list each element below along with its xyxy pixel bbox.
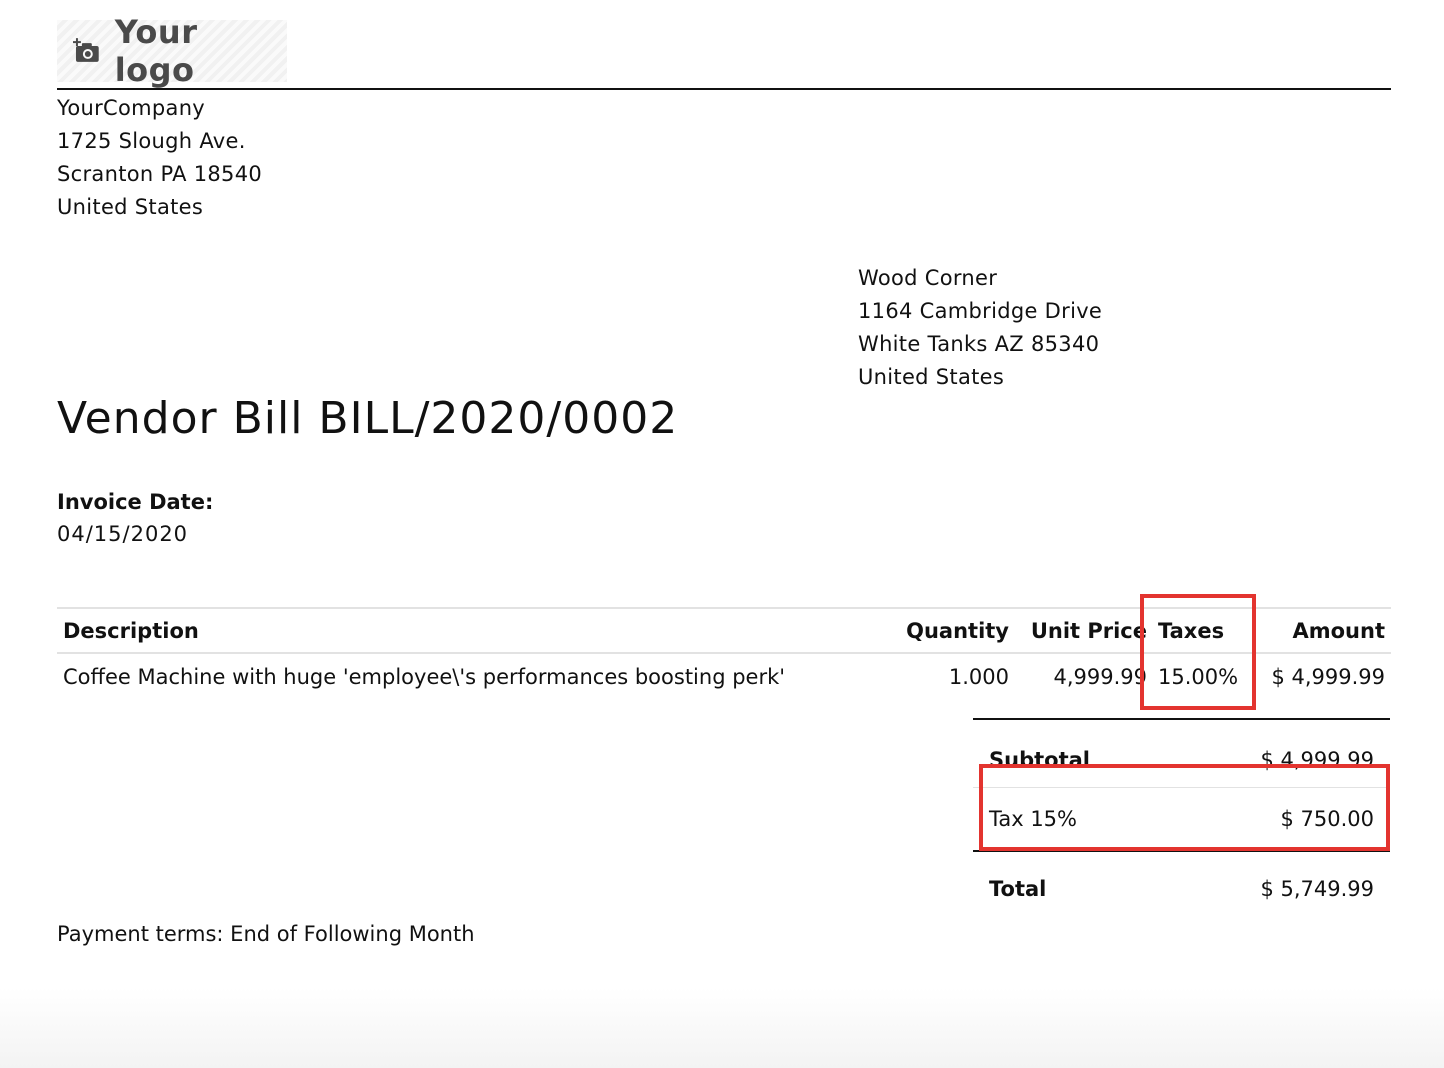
line-description: Coffee Machine with huge 'employee\'s pe… <box>63 664 786 689</box>
taxes-column-highlight <box>1140 594 1256 710</box>
tax-line-highlight <box>979 764 1390 851</box>
page-bottom-fade <box>0 988 1444 1068</box>
vendor-address: Wood Corner 1164 Cambridge Drive White T… <box>858 262 1102 394</box>
company-street: 1725 Slough Ave. <box>57 129 246 153</box>
company-address: YourCompany 1725 Slough Ave. Scranton PA… <box>57 92 262 224</box>
vendor-country: United States <box>858 365 1005 389</box>
invoice-date-label: Invoice Date: <box>57 490 214 514</box>
header-amount: Amount <box>1292 618 1385 643</box>
line-unit-price: 4,999.99 <box>1053 664 1147 689</box>
camera-add-icon <box>73 38 99 62</box>
logo-text: Your logo <box>114 13 198 89</box>
company-logo: Your logo <box>57 13 287 89</box>
vendor-city-line: White Tanks AZ 85340 <box>858 332 1100 356</box>
company-name: YourCompany <box>57 96 206 120</box>
total-row: Total $ 5,749.99 <box>973 851 1390 925</box>
bill-title: Vendor Bill BILL/2020/0002 <box>57 393 679 444</box>
total-label: Total <box>989 876 1047 901</box>
invoice-date-value: 04/15/2020 <box>57 522 189 546</box>
total-value: $ 5,749.99 <box>1260 876 1374 901</box>
header-description: Description <box>63 618 199 643</box>
vendor-street: 1164 Cambridge Drive <box>858 299 1103 323</box>
header-unit-price: Unit Price <box>1030 618 1147 643</box>
payment-terms: Payment terms: End of Following Month <box>57 922 475 946</box>
line-amount: $ 4,999.99 <box>1271 664 1385 689</box>
company-country: United States <box>57 195 204 219</box>
line-quantity: 1.000 <box>948 664 1009 689</box>
header-quantity: Quantity <box>906 618 1009 643</box>
vendor-name: Wood Corner <box>858 266 998 290</box>
company-city-line: Scranton PA 18540 <box>57 162 263 186</box>
header-divider <box>57 88 1391 90</box>
